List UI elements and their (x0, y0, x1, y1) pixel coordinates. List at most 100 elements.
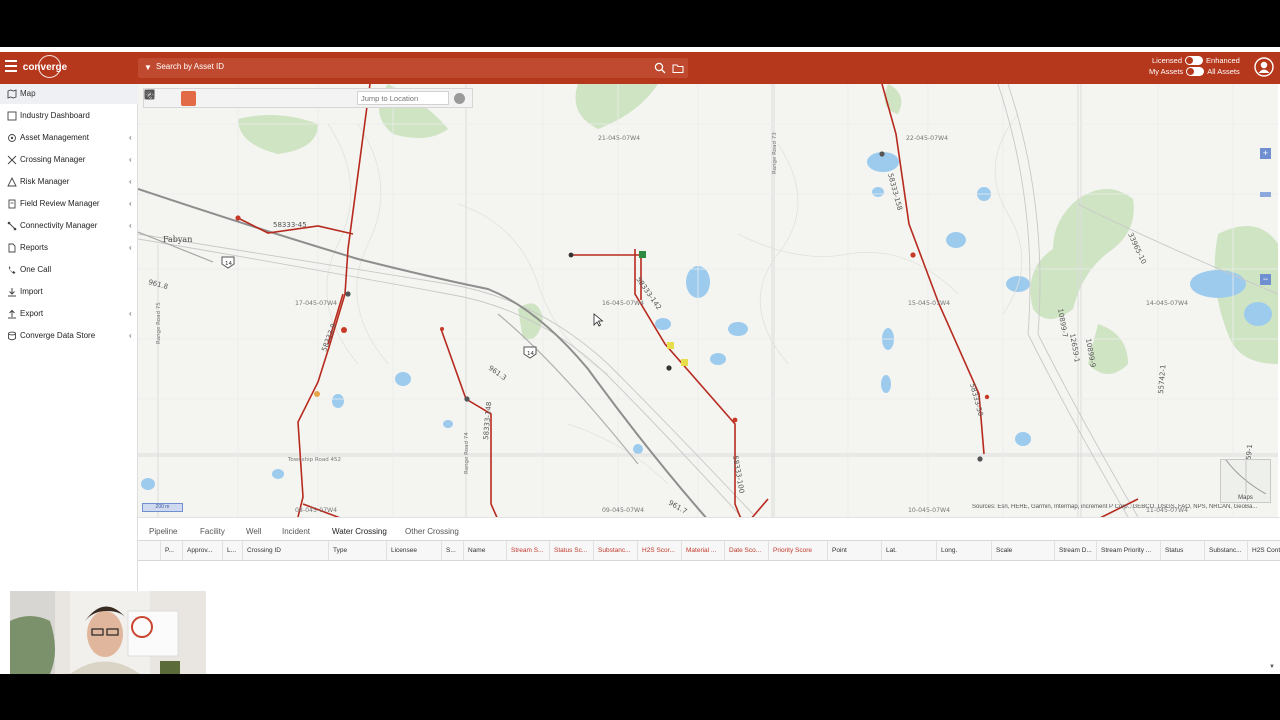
pan-hand-icon[interactable] (147, 90, 196, 106)
column-header[interactable]: Scale (991, 541, 1054, 560)
column-header[interactable]: H2S Scor... (637, 541, 681, 560)
toggle-left-label: My Assets (1149, 67, 1184, 76)
sidebar-item-converge-data-store[interactable]: Converge Data Store ‹ (0, 326, 138, 346)
toggle-right-label: All Assets (1207, 67, 1240, 76)
column-header[interactable]: Stream S... (506, 541, 549, 560)
tab-well[interactable]: Well (246, 527, 261, 536)
licensed-enhanced-toggle[interactable]: Licensed Enhanced (1152, 56, 1240, 65)
column-header[interactable]: Long. (936, 541, 991, 560)
chevron-left-icon: ‹ (129, 309, 132, 318)
contour-lines (326, 113, 1023, 485)
column-header[interactable]: L... (222, 541, 242, 560)
map-canvas[interactable]: Fabyan 21-045-07W4 22-045-07W4 17-045-07… (138, 84, 1278, 517)
highway-shield-label: 14 (527, 351, 534, 357)
sidebar-item-label: Converge Data Store (20, 331, 96, 340)
row-select-column[interactable] (138, 541, 160, 560)
column-header[interactable]: H2S Cont... (1247, 541, 1280, 560)
section-label: 08-045-07W4 (295, 507, 337, 514)
map-toolbar (143, 88, 473, 108)
sidebar-item-map[interactable]: Map (0, 84, 138, 104)
hamburger-menu-icon[interactable] (5, 60, 17, 72)
caret-down-icon[interactable]: ▼ (144, 63, 152, 72)
tab-incident[interactable]: Incident (282, 527, 310, 536)
my-all-assets-toggle[interactable]: My Assets All Assets (1149, 67, 1240, 76)
line-label: 961.7 (667, 499, 688, 516)
column-header[interactable]: Date Sco... (724, 541, 768, 560)
lasso-select-icon[interactable] (145, 90, 247, 106)
sidebar-item-asset-management[interactable]: Asset Management ‹ (0, 128, 138, 148)
tab-other-crossing[interactable]: Other Crossing (405, 527, 459, 536)
draw-pencil-icon[interactable] (144, 89, 332, 106)
import-icon (8, 288, 16, 297)
column-header[interactable]: Status (1160, 541, 1204, 560)
column-header[interactable]: Type (328, 541, 386, 560)
tab-facility[interactable]: Facility (200, 527, 225, 536)
scroll-down-icon[interactable]: ▼ (1269, 664, 1275, 670)
box-select-icon[interactable] (145, 90, 230, 106)
sidebar-item-crossing-manager[interactable]: Crossing Manager ‹ (0, 150, 138, 170)
column-header[interactable]: Substanc... (1204, 541, 1247, 560)
section-label: 15-045-07W4 (908, 300, 950, 307)
column-header[interactable]: Name (463, 541, 506, 560)
zoom-in-button[interactable]: + (1260, 148, 1271, 159)
sidebar-item-connectivity-manager[interactable]: Connectivity Manager ‹ (0, 216, 138, 236)
jump-to-location-input[interactable] (357, 91, 449, 105)
line-label: 33965-10 (1126, 231, 1147, 265)
sidebar-item-reports[interactable]: Reports ‹ (0, 238, 138, 258)
sidebar-item-label: Connectivity Manager (20, 221, 98, 230)
presenter-webcam (10, 591, 206, 674)
column-header[interactable]: Stream Priority ... (1096, 541, 1160, 560)
sidebar-item-export[interactable]: Export ‹ (0, 304, 138, 324)
toggle-switch[interactable] (1186, 67, 1205, 76)
connectivity-icon (7, 221, 17, 231)
column-header[interactable]: Substanc... (593, 541, 637, 560)
basemap-label: Maps (1238, 495, 1253, 501)
data-store-icon (8, 331, 16, 341)
zoom-in-icon[interactable] (144, 89, 213, 106)
column-header[interactable]: Point (827, 541, 881, 560)
line-label: 58333-158 (886, 172, 904, 211)
water-crossing-table-header: P... Approv... L... Crossing ID Type Lic… (138, 540, 1280, 561)
column-header[interactable]: Material ... (681, 541, 724, 560)
column-header[interactable]: Status Sc... (549, 541, 593, 560)
road-label: Range Road 75 (156, 302, 162, 344)
folder-icon[interactable] (672, 62, 684, 74)
basemap-thumbnail (1225, 460, 1267, 494)
column-header[interactable]: Lat. (881, 541, 936, 560)
dashboard-icon (7, 111, 17, 121)
converge-logo: converge (23, 55, 67, 79)
asset-search-bar[interactable]: ▼ Search by Asset ID (138, 58, 688, 78)
clear-selection-icon[interactable] (145, 90, 264, 106)
column-header[interactable]: Licensee (386, 541, 441, 560)
user-account-icon[interactable] (1254, 57, 1274, 77)
print-icon[interactable] (144, 89, 298, 106)
zoom-out-button[interactable]: − (1260, 274, 1271, 285)
chevron-left-icon: ‹ (129, 155, 132, 164)
toggle-switch[interactable] (1185, 56, 1204, 65)
tab-pipeline[interactable]: Pipeline (149, 527, 177, 536)
column-header[interactable]: P... (160, 541, 182, 560)
export-icon (8, 309, 16, 319)
column-header[interactable]: Approv... (182, 541, 222, 560)
scale-bar: 200 m (142, 503, 183, 512)
column-header[interactable]: S... (441, 541, 463, 560)
tab-water-crossing[interactable]: Water Crossing (332, 527, 387, 536)
column-header[interactable]: Priority Score (768, 541, 827, 560)
tag-icon[interactable] (144, 89, 315, 106)
comment-icon[interactable] (144, 90, 281, 106)
sidebar-item-field-review-manager[interactable]: Field Review Manager ‹ (0, 194, 138, 214)
basemap-switcher[interactable]: Maps (1220, 459, 1271, 503)
search-icon[interactable] (654, 62, 666, 74)
column-header[interactable]: Crossing ID (242, 541, 328, 560)
layers-icon[interactable] (144, 89, 179, 106)
map-attribution: Sources: Esri, HERE, Garmin, Intermap, i… (972, 504, 1258, 510)
zoom-slider[interactable] (1260, 192, 1271, 197)
sidebar-item-import[interactable]: Import (0, 282, 138, 302)
sidebar-item-one-call[interactable]: One Call (0, 260, 138, 280)
sidebar-item-risk-manager[interactable]: Risk Manager ‹ (0, 172, 138, 192)
column-header[interactable]: Stream D... (1054, 541, 1096, 560)
sidebar-item-industry-dashboard[interactable]: Industry Dashboard (0, 106, 138, 126)
line-label: 12659-1 (1068, 333, 1081, 363)
measure-ruler-icon[interactable] (144, 89, 349, 106)
jump-go-button[interactable] (454, 92, 465, 104)
